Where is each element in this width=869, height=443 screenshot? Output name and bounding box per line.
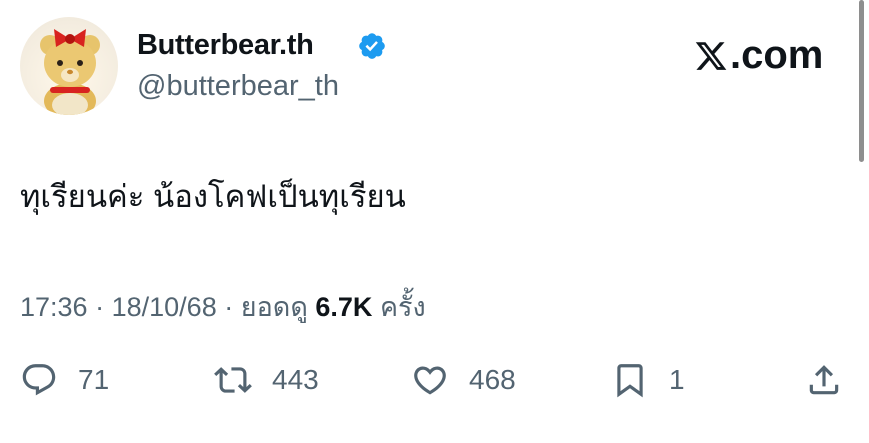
x-brand: .com (693, 33, 823, 78)
views-count: 6.7K (315, 292, 373, 322)
bookmark-count: 1 (669, 364, 685, 395)
bookmark-icon (617, 364, 643, 398)
display-name[interactable]: Butterbear.th (137, 29, 314, 62)
reply-count: 71 (78, 364, 110, 395)
verified-badge-icon (359, 33, 385, 59)
share-icon (809, 365, 839, 395)
bookmark-button[interactable]: 1 (611, 355, 685, 405)
like-count: 468 (469, 364, 516, 395)
avatar-bear-icon (40, 29, 100, 115)
brand-suffix: .com (730, 33, 824, 77)
reply-icon (22, 364, 56, 396)
views-label: ยอดดู (240, 292, 308, 322)
scrollbar[interactable] (859, 0, 864, 162)
tweet-date[interactable]: 18/10/68 (112, 292, 217, 322)
handle[interactable]: @butterbear_th (137, 70, 339, 103)
action-bar: 71 443 468 1 (0, 355, 869, 405)
retweet-icon (214, 367, 252, 393)
retweet-button[interactable]: 443 (214, 355, 319, 405)
heart-icon (414, 366, 446, 395)
retweet-count: 443 (272, 364, 319, 395)
views-unit: ครั้ง (379, 292, 426, 322)
reply-button[interactable]: 71 (20, 355, 109, 405)
separator: · (224, 292, 234, 322)
like-button[interactable]: 468 (411, 355, 516, 405)
x-logo-icon (695, 41, 727, 70)
tweet-text: ทุเรียนค่ะ น้องโคฟเป็นทุเรียน (20, 179, 406, 214)
tweet-card: Butterbear.th @butterbear_th .com ทุเรีย… (0, 0, 869, 443)
separator: · (95, 292, 105, 322)
avatar[interactable] (20, 17, 118, 115)
tweet-meta: 17:36 · 18/10/68 · ยอดดู 6.7K ครั้ง (20, 285, 426, 328)
share-button[interactable] (805, 355, 843, 405)
tweet-time[interactable]: 17:36 (20, 292, 88, 322)
